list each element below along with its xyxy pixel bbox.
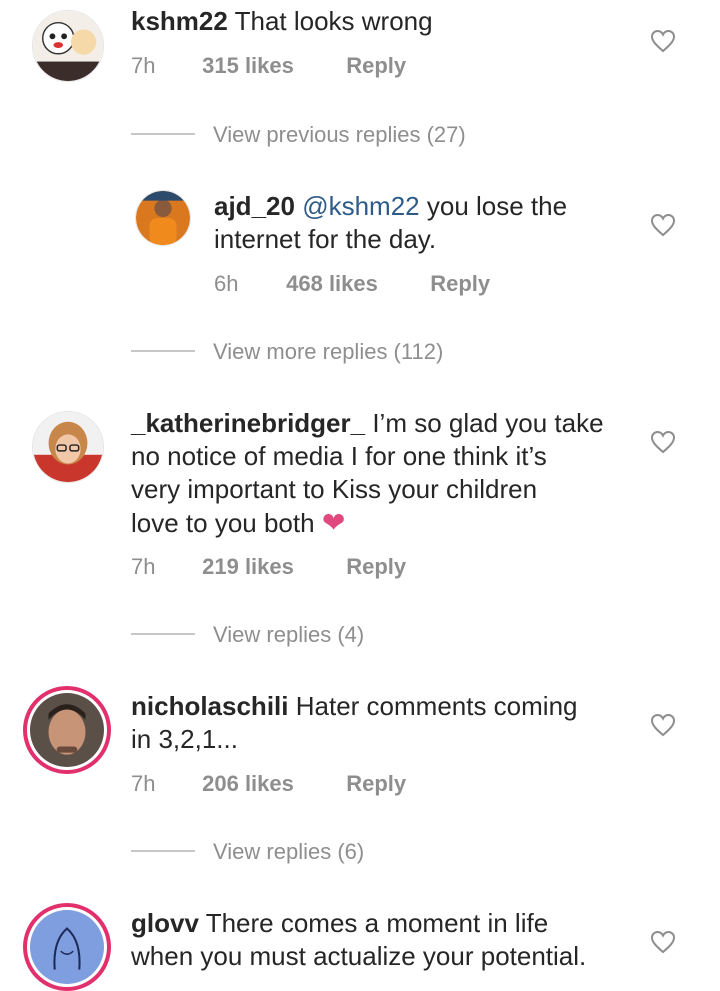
avatar-image: [30, 693, 104, 767]
avatar-ajd_20[interactable]: [135, 190, 191, 246]
reply-button[interactable]: Reply: [346, 53, 406, 79]
comment-body: when you must actualize your potential.: [131, 941, 587, 971]
comment-body: in 3,2,1...: [131, 724, 238, 754]
comment-text: _katherinebridger_ I’m so glad you take …: [131, 407, 604, 540]
username[interactable]: kshm22: [131, 6, 228, 36]
avatar-image: [33, 412, 103, 482]
comment-body: internet for the day.: [214, 224, 437, 254]
comment-body: That looks wrong: [234, 6, 433, 36]
likes-count[interactable]: 206 likes: [202, 771, 340, 797]
divider-line: [131, 133, 195, 136]
likes-count[interactable]: 315 likes: [202, 53, 340, 79]
username[interactable]: ajd_20: [214, 191, 295, 221]
timestamp: 7h: [131, 53, 156, 78]
avatar-kshm22[interactable]: [32, 10, 104, 82]
username[interactable]: glovv: [131, 908, 199, 938]
comment-meta: 7h 315 likes Reply: [131, 53, 406, 79]
like-heart-icon[interactable]: [650, 713, 676, 737]
reply-button[interactable]: Reply: [430, 271, 490, 297]
timestamp: 6h: [214, 271, 239, 296]
comment-meta: 7h 219 likes Reply: [131, 554, 406, 580]
view-replies-katherine[interactable]: View replies (4): [131, 622, 364, 648]
like-heart-icon[interactable]: [650, 29, 676, 53]
comment-body: There comes a moment in life: [205, 908, 549, 938]
comment-body: very important to Kiss your children: [131, 474, 538, 504]
avatar-nicholaschili[interactable]: [23, 686, 111, 774]
view-previous-replies-label: View previous replies (27): [213, 122, 466, 147]
divider-line: [131, 633, 195, 636]
comment-body: Hater comments coming: [295, 691, 578, 721]
like-heart-icon[interactable]: [650, 213, 676, 237]
divider-line: [131, 350, 195, 353]
reply-button[interactable]: Reply: [346, 771, 406, 797]
comment-text: kshm22 That looks wrong: [131, 5, 433, 38]
view-replies-nicholas[interactable]: View replies (6): [131, 839, 364, 865]
timestamp: 7h: [131, 554, 156, 579]
view-replies-label: View replies (4): [213, 622, 365, 647]
view-more-replies-label: View more replies (112): [213, 339, 444, 364]
comment-body: love to you both: [131, 508, 315, 538]
likes-count[interactable]: 219 likes: [202, 554, 340, 580]
comment-body: no notice of media I for one think it’s: [131, 441, 547, 471]
username[interactable]: _katherinebridger_: [131, 408, 365, 438]
likes-count[interactable]: 468 likes: [286, 271, 424, 297]
like-heart-icon[interactable]: [650, 430, 676, 454]
comment-body: I’m so glad you take: [372, 408, 604, 438]
like-heart-icon[interactable]: [650, 930, 676, 954]
heart-emoji: ❤: [321, 507, 346, 538]
comment-text: glovv There comes a moment in life when …: [131, 907, 586, 973]
avatar-image: [136, 191, 190, 245]
comment-text: ajd_20 @kshm22 you lose the internet for…: [214, 190, 567, 256]
reply-button[interactable]: Reply: [346, 554, 406, 580]
view-more-replies[interactable]: View more replies (112): [131, 339, 443, 365]
view-previous-replies[interactable]: View previous replies (27): [131, 122, 466, 148]
avatar-image: [30, 910, 104, 984]
comment-text: nicholaschili Hater comments coming in 3…: [131, 690, 578, 756]
mention-link[interactable]: @kshm22: [302, 191, 419, 221]
avatar-image: [33, 11, 103, 81]
comment-meta: 6h 468 likes Reply: [214, 271, 490, 297]
timestamp: 7h: [131, 771, 156, 796]
divider-line: [131, 850, 195, 853]
comment-body: you lose the: [426, 191, 568, 221]
comment-meta: 7h 206 likes Reply: [131, 771, 406, 797]
view-replies-label: View replies (6): [213, 839, 365, 864]
avatar-glovv[interactable]: [23, 903, 111, 991]
avatar-katherinebridger[interactable]: [32, 411, 104, 483]
username[interactable]: nicholaschili: [131, 691, 289, 721]
